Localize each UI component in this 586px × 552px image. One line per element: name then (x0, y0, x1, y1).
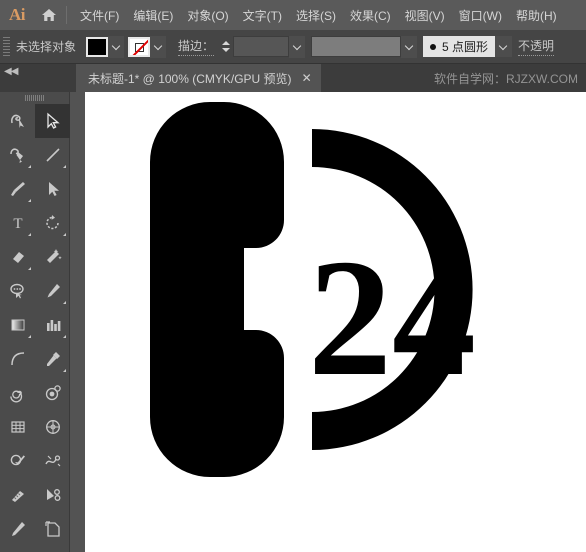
menu-item-effect[interactable]: 效果(C) (343, 3, 398, 28)
stroke-swatch[interactable] (128, 36, 151, 57)
watermark-text: 软件自学网：RJZXW.COM (434, 71, 578, 86)
pencil-tool[interactable] (35, 274, 70, 308)
lasso-tool[interactable] (0, 274, 35, 308)
chevron-down-icon (294, 43, 301, 50)
scale-tool[interactable] (0, 546, 35, 552)
selection-tool[interactable] (35, 104, 70, 138)
stroke-weight-label[interactable]: 描边： (178, 37, 215, 56)
illustrator-window: Ai 文件(F) 编辑(E) 对象(O) 文字(T) 选择(S) 效果(C) 视… (0, 0, 586, 552)
line-segment-tool[interactable] (35, 138, 70, 172)
selection-status-label: 未选择对象 (16, 40, 77, 54)
menu-item-edit[interactable]: 编辑(E) (126, 3, 180, 28)
chevron-down-icon (406, 43, 413, 50)
gradient-tool[interactable] (0, 308, 35, 342)
rectangular-grid-tool[interactable] (0, 410, 35, 444)
menu-item-window[interactable]: 窗口(W) (452, 3, 509, 28)
chevron-down-icon (500, 43, 507, 50)
menu-item-object[interactable]: 对象(O) (180, 3, 235, 28)
stroke-weight-input[interactable] (233, 36, 290, 57)
width-tool[interactable] (35, 444, 70, 478)
chevron-down-icon (155, 43, 162, 50)
phone-24-hour-logo[interactable]: 24 (140, 102, 530, 482)
opacity-label[interactable]: 不透明 (518, 37, 555, 56)
direct-selection-tool[interactable] (35, 172, 70, 206)
stroke-weight-dropdown-button[interactable] (289, 35, 306, 58)
pen-tool[interactable] (0, 138, 35, 172)
style-input[interactable] (311, 36, 402, 57)
chevron-down-icon (113, 43, 120, 50)
menu-item-file[interactable]: 文件(F) (73, 3, 126, 28)
menu-bar: Ai 文件(F) 编辑(E) 对象(O) 文字(T) 选择(S) 效果(C) 视… (0, 0, 586, 30)
brush-definition-label: 5 点圆形 (442, 40, 489, 54)
eyedropper-tool[interactable] (35, 342, 70, 376)
tools-panel-grip[interactable] (0, 92, 69, 104)
stepper-down-icon (221, 48, 230, 52)
style-dropdown-button[interactable] (401, 35, 418, 58)
artboard[interactable]: 24 (85, 92, 586, 552)
scissors-tool[interactable] (35, 478, 70, 512)
stroke-weight-control (219, 35, 306, 58)
fill-swatch[interactable] (86, 36, 109, 57)
shape-builder-tool[interactable] (0, 444, 35, 478)
brush-definition-control: 5 点圆形 (423, 36, 513, 57)
menu-divider (66, 6, 67, 24)
brush-dot-icon (430, 43, 437, 50)
spiral-tool[interactable] (0, 376, 35, 410)
eraser-tool[interactable] (0, 240, 35, 274)
style-control (311, 35, 418, 58)
brush-definition-value[interactable]: 5 点圆形 (423, 36, 496, 57)
magic-wand-tool[interactable] (35, 240, 70, 274)
shaper-tool[interactable] (0, 104, 35, 138)
document-tab-title: 未标题-1* @ 100% (CMYK/GPU 预览) (88, 71, 292, 86)
mesh-tool[interactable] (35, 410, 70, 444)
canvas-area: 24 (71, 92, 586, 552)
app-logo: Ai (9, 5, 26, 24)
menu-item-help[interactable]: 帮助(H) (509, 3, 564, 28)
type-tool[interactable]: T (0, 206, 35, 240)
svg-text:T: T (13, 216, 22, 232)
fill-control (86, 35, 125, 58)
stepper-up-icon (221, 41, 230, 45)
stroke-dropdown-button[interactable] (150, 35, 167, 58)
stroke-control (128, 35, 167, 58)
menu-item-type[interactable]: 文字(T) (236, 3, 289, 28)
blend-tool[interactable] (35, 376, 70, 410)
fill-dropdown-button[interactable] (108, 35, 125, 58)
brush-dropdown-button[interactable] (495, 36, 513, 57)
knife-tool[interactable] (0, 512, 35, 546)
rotate-tool[interactable] (35, 206, 70, 240)
paintbrush-tool[interactable] (0, 172, 35, 206)
blob-brush-tool[interactable] (0, 478, 35, 512)
menu-item-list: 文件(F) 编辑(E) 对象(O) 文字(T) 选择(S) 效果(C) 视图(V… (73, 3, 564, 28)
zoom-tool[interactable] (35, 546, 70, 552)
document-tab[interactable]: 未标题-1* @ 100% (CMYK/GPU 预览) ✕ (76, 64, 321, 92)
control-panel-grip[interactable] (3, 36, 12, 58)
tools-panel: T (0, 92, 70, 552)
control-panel: 未选择对象 描边： 5 点圆形 不透明 (0, 30, 586, 64)
home-icon[interactable] (34, 0, 64, 30)
close-icon[interactable]: ✕ (302, 72, 312, 84)
menu-item-select[interactable]: 选择(S) (289, 3, 343, 28)
artboard-tool[interactable] (35, 512, 70, 546)
column-graph-tool[interactable] (35, 308, 70, 342)
double-chevron-left-icon[interactable]: ◀◀ (4, 66, 18, 77)
document-tab-bar: ◀◀ 未标题-1* @ 100% (CMYK/GPU 预览) ✕ 软件自学网：R… (0, 64, 586, 92)
artwork-digits: 24 (308, 225, 476, 411)
arc-tool[interactable] (0, 342, 35, 376)
tools-grid: T (0, 104, 70, 552)
menu-item-view[interactable]: 视图(V) (398, 3, 452, 28)
stroke-weight-stepper[interactable] (219, 36, 232, 58)
